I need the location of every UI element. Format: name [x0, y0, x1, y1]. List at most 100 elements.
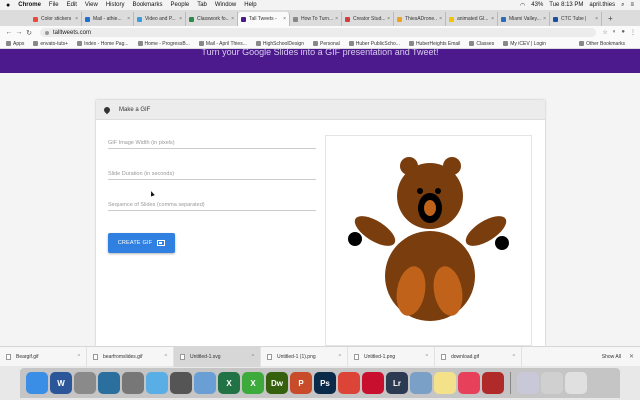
- bookmark-item[interactable]: Home - ProgressB...: [137, 41, 190, 47]
- close-tab-icon[interactable]: ×: [75, 16, 78, 22]
- photo-booth-icon[interactable]: [482, 372, 504, 394]
- close-tab-icon[interactable]: ×: [127, 16, 130, 22]
- bookmark-item[interactable]: Apps: [6, 41, 24, 47]
- bookmark-item[interactable]: HighSchoolDesign: [255, 41, 304, 47]
- address-bar[interactable]: talltweets.com: [40, 28, 597, 37]
- close-tab-icon[interactable]: ×: [387, 16, 390, 22]
- menu-window[interactable]: Window: [215, 2, 236, 8]
- chevron-up-icon[interactable]: ^: [426, 354, 428, 360]
- menu-bookmarks[interactable]: Bookmarks: [133, 2, 163, 8]
- close-tab-icon[interactable]: ×: [283, 16, 286, 22]
- close-tab-icon[interactable]: ×: [335, 16, 338, 22]
- menu-list-icon[interactable]: ≡: [630, 2, 634, 8]
- forward-icon[interactable]: →: [14, 29, 24, 36]
- system-preferences-icon[interactable]: [122, 372, 144, 394]
- bookmark-item[interactable]: envato-tuts+: [33, 41, 68, 47]
- photoshop-icon[interactable]: Ps: [314, 372, 336, 394]
- gif-width-field[interactable]: GIF Image Width (in pixels): [108, 136, 316, 149]
- finder-icon[interactable]: [26, 372, 48, 394]
- acrobat-icon[interactable]: [362, 372, 384, 394]
- preview-icon[interactable]: [194, 372, 216, 394]
- reload-icon[interactable]: ↻: [24, 29, 34, 37]
- download-item[interactable]: download.gif ^: [435, 346, 522, 367]
- browser-tab[interactable]: How To Turn... ×: [290, 12, 342, 26]
- close-downloads-icon[interactable]: ✕: [629, 353, 634, 360]
- user-name[interactable]: april.thies: [589, 2, 615, 8]
- more-menu-icon[interactable]: ⋮: [630, 29, 636, 36]
- app-store-icon[interactable]: [146, 372, 168, 394]
- chevron-up-icon[interactable]: ^: [339, 354, 341, 360]
- browser-tab[interactable]: CTC Tube | ×: [550, 12, 602, 26]
- download-item[interactable]: bearfromslides.gif ^: [87, 346, 174, 367]
- bookmark-item[interactable]: My iCEV | Login: [503, 41, 546, 47]
- powerpoint-icon[interactable]: P: [290, 372, 312, 394]
- show-all-downloads-button[interactable]: Show All: [602, 354, 621, 360]
- menu-app-name[interactable]: Chrome: [18, 2, 41, 8]
- battery-percent[interactable]: 43%: [531, 2, 543, 8]
- browser-tab[interactable]: Creator Stud... ×: [342, 12, 394, 26]
- browser-tab[interactable]: animated GI... ×: [446, 12, 498, 26]
- documents-stack-icon[interactable]: [541, 372, 563, 394]
- slide-duration-field[interactable]: Slide Duration (in seconds): [108, 167, 316, 180]
- browser-tab[interactable]: Tall Tweets - ×: [238, 12, 290, 26]
- chevron-up-icon[interactable]: ^: [513, 354, 515, 360]
- creative-cloud-icon[interactable]: [458, 372, 480, 394]
- other-bookmarks[interactable]: Other Bookmarks: [579, 41, 625, 47]
- close-tab-icon[interactable]: ×: [179, 16, 182, 22]
- downloads-stack-icon[interactable]: [517, 372, 539, 394]
- menu-file[interactable]: File: [49, 2, 59, 8]
- bookmark-item[interactable]: Mail - April Thies...: [198, 41, 247, 47]
- extension-icon[interactable]: ◐: [613, 29, 617, 36]
- menu-view[interactable]: View: [85, 2, 98, 8]
- menu-history[interactable]: History: [106, 2, 125, 8]
- wifi-icon[interactable]: ◠: [520, 2, 525, 9]
- new-tab-icon[interactable]: +: [608, 14, 613, 23]
- browser-tab[interactable]: Color stickers ×: [30, 12, 82, 26]
- launchpad-icon[interactable]: [74, 372, 96, 394]
- chevron-up-icon[interactable]: ^: [78, 354, 80, 360]
- bookmark-item[interactable]: Personal: [313, 41, 340, 47]
- menu-tab[interactable]: Tab: [197, 2, 207, 8]
- browser-tab[interactable]: Classwork fo... ×: [186, 12, 238, 26]
- site-info-icon[interactable]: [45, 30, 49, 35]
- browser-tab[interactable]: ThiesADrone... ×: [394, 12, 446, 26]
- bookmark-item[interactable]: HuberHeights Email: [408, 41, 460, 47]
- close-tab-icon[interactable]: ×: [231, 16, 234, 22]
- browser-tab[interactable]: Video and P... ×: [134, 12, 186, 26]
- bookmark-item[interactable]: Index - Home Pag...: [77, 41, 129, 47]
- close-tab-icon[interactable]: ×: [439, 16, 442, 22]
- chevron-up-icon[interactable]: ^: [252, 354, 254, 360]
- word-icon[interactable]: W: [50, 372, 72, 394]
- bookmark-item[interactable]: Huber PublicScho...: [348, 41, 400, 47]
- close-tab-icon[interactable]: ×: [595, 16, 598, 22]
- image-capture-icon[interactable]: [410, 372, 432, 394]
- dreamweaver-icon[interactable]: Dw: [266, 372, 288, 394]
- chrome-icon[interactable]: [338, 372, 360, 394]
- download-item[interactable]: Untitled-1.png ^: [348, 346, 435, 367]
- clock[interactable]: Tue 8:13 PM: [549, 2, 583, 8]
- browser-tab[interactable]: Miami Valley... ×: [498, 12, 550, 26]
- download-item[interactable]: Beargif.gif ^: [0, 346, 87, 367]
- download-item[interactable]: Untitled-1 (1).png ^: [261, 346, 348, 367]
- download-item[interactable]: Untitled-1.svg ^: [174, 346, 261, 367]
- browser-tab[interactable]: Mail - athie... ×: [82, 12, 134, 26]
- notes-icon[interactable]: [434, 372, 456, 394]
- close-tab-icon[interactable]: ×: [543, 16, 546, 22]
- apple-menu-icon[interactable]: ●: [6, 2, 10, 9]
- create-gif-button[interactable]: CREATE GIF: [108, 233, 175, 253]
- menu-people[interactable]: People: [171, 2, 190, 8]
- search-icon[interactable]: ⌕: [621, 2, 624, 9]
- close-tab-icon[interactable]: ×: [491, 16, 494, 22]
- chevron-up-icon[interactable]: ^: [165, 354, 167, 360]
- trash-icon[interactable]: [565, 372, 587, 394]
- lightroom-icon[interactable]: Lr: [386, 372, 408, 394]
- sketch-icon[interactable]: X: [242, 372, 264, 394]
- menu-help[interactable]: Help: [244, 2, 256, 8]
- profile-icon[interactable]: ●: [621, 29, 625, 36]
- quicktime-icon[interactable]: [98, 372, 120, 394]
- slide-sequence-field[interactable]: Sequence of Slides (comma separated): [108, 198, 316, 211]
- excel-icon[interactable]: X: [218, 372, 240, 394]
- bookmark-item[interactable]: Classes: [469, 41, 494, 47]
- menu-edit[interactable]: Edit: [67, 2, 77, 8]
- bookmark-star-icon[interactable]: ☆: [602, 29, 607, 36]
